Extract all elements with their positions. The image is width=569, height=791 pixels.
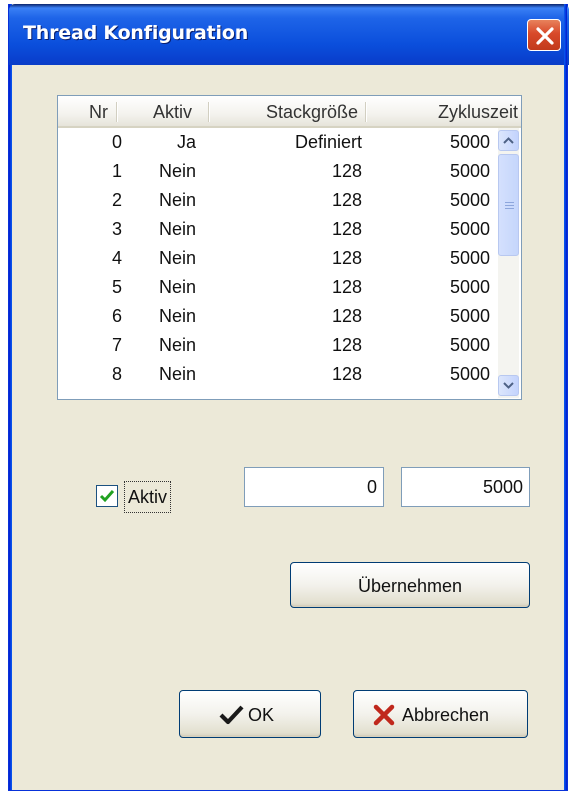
column-header-stackgroesse[interactable]: Stackgröße (212, 96, 358, 126)
list-body: 0 Ja Definiert 5000 1 Nein 128 5000 2 Ne… (58, 128, 496, 389)
chevron-up-icon (503, 137, 514, 144)
cell-zykluszeit: 5000 (449, 219, 490, 239)
scroll-down-button[interactable] (498, 375, 519, 396)
chevron-down-icon (503, 382, 514, 389)
close-x-icon (536, 27, 554, 45)
column-separator[interactable] (208, 102, 210, 122)
cell-zykluszeit: 5000 (449, 248, 490, 268)
cell-zykluszeit: 5000 (449, 132, 490, 152)
table-row[interactable]: 2 Nein 128 5000 (58, 186, 496, 215)
window-title: Thread Konfiguration (23, 22, 249, 44)
cell-zykluszeit: 5000 (449, 364, 490, 384)
cell-nr: 7 (111, 335, 122, 355)
table-row[interactable]: 1 Nein 128 5000 (58, 157, 496, 186)
cell-zykluszeit: 5000 (449, 335, 490, 355)
cell-nr: 5 (111, 277, 122, 297)
cell-aktiv: Nein (158, 306, 196, 326)
cell-stackgroesse: 128 (331, 335, 362, 355)
cell-aktiv: Nein (158, 277, 196, 297)
table-row[interactable]: 7 Nein 128 5000 (58, 331, 496, 360)
cell-stackgroesse: 128 (331, 248, 362, 268)
table-row[interactable]: 0 Ja Definiert 5000 (58, 128, 496, 157)
table-row[interactable]: 8 Nein 128 5000 (58, 360, 496, 389)
apply-button[interactable]: Übernehmen (290, 562, 530, 608)
cell-aktiv: Ja (176, 132, 196, 152)
cell-nr: 2 (111, 190, 122, 210)
cell-nr: 0 (111, 132, 122, 152)
table-row[interactable]: 3 Nein 128 5000 (58, 215, 496, 244)
cell-nr: 4 (111, 248, 122, 268)
cell-stackgroesse: 128 (331, 190, 362, 210)
aktiv-checkbox-label[interactable]: Aktiv (124, 481, 172, 513)
grip-line (505, 202, 514, 203)
thread-list[interactable]: Nr Aktiv Stackgröße Zykluszeit 0 Ja Defi… (57, 95, 522, 400)
cell-stackgroesse: 128 (331, 364, 362, 384)
column-header-nr[interactable]: Nr (58, 96, 108, 126)
checkmark-icon (99, 490, 115, 503)
list-header: Nr Aktiv Stackgröße Zykluszeit (58, 96, 521, 128)
cycle-time-input[interactable] (401, 467, 530, 507)
column-separator[interactable] (365, 102, 367, 122)
scroll-up-button[interactable] (498, 130, 519, 151)
cell-nr: 6 (111, 306, 122, 326)
vertical-scrollbar[interactable] (498, 128, 519, 398)
grip-line (505, 205, 514, 206)
title-bar[interactable]: Thread Konfiguration (9, 4, 569, 65)
column-separator[interactable] (116, 102, 118, 122)
cell-aktiv: Nein (158, 335, 196, 355)
cell-aktiv: Nein (158, 190, 196, 210)
table-row[interactable]: 6 Nein 128 5000 (58, 302, 496, 331)
scroll-thumb[interactable] (498, 154, 519, 256)
column-header-zykluszeit[interactable]: Zykluszeit (370, 96, 518, 126)
cell-zykluszeit: 5000 (449, 161, 490, 181)
cell-nr: 3 (111, 219, 122, 239)
grip-line (505, 208, 514, 209)
ok-button[interactable]: OK (179, 690, 321, 738)
cell-stackgroesse: 128 (331, 306, 362, 326)
close-button[interactable] (527, 19, 561, 51)
cell-aktiv: Nein (158, 248, 196, 268)
aktiv-checkbox[interactable] (96, 485, 118, 507)
cell-aktiv: Nein (158, 219, 196, 239)
cell-stackgroesse: 128 (331, 161, 362, 181)
cell-aktiv: Nein (158, 161, 196, 181)
red-x-icon (373, 704, 395, 726)
table-row[interactable]: 4 Nein 128 5000 (58, 244, 496, 273)
column-header-aktiv[interactable]: Aktiv (120, 96, 192, 126)
cell-stackgroesse: 128 (331, 219, 362, 239)
cell-stackgroesse: 128 (331, 277, 362, 297)
cell-zykluszeit: 5000 (449, 306, 490, 326)
ok-button-label: OK (248, 705, 275, 725)
cell-zykluszeit: 5000 (449, 277, 490, 297)
checkmark-icon (219, 705, 244, 725)
cell-nr: 1 (111, 161, 122, 181)
cell-stackgroesse: Definiert (294, 132, 362, 152)
table-row[interactable]: 5 Nein 128 5000 (58, 273, 496, 302)
cell-aktiv: Nein (158, 364, 196, 384)
apply-button-label: Übernehmen (357, 576, 463, 596)
cancel-button[interactable]: Abbrechen (353, 690, 528, 738)
cell-nr: 8 (111, 364, 122, 384)
stack-size-input[interactable] (244, 467, 384, 507)
cancel-button-label: Abbrechen (402, 705, 490, 725)
cell-zykluszeit: 5000 (449, 190, 490, 210)
